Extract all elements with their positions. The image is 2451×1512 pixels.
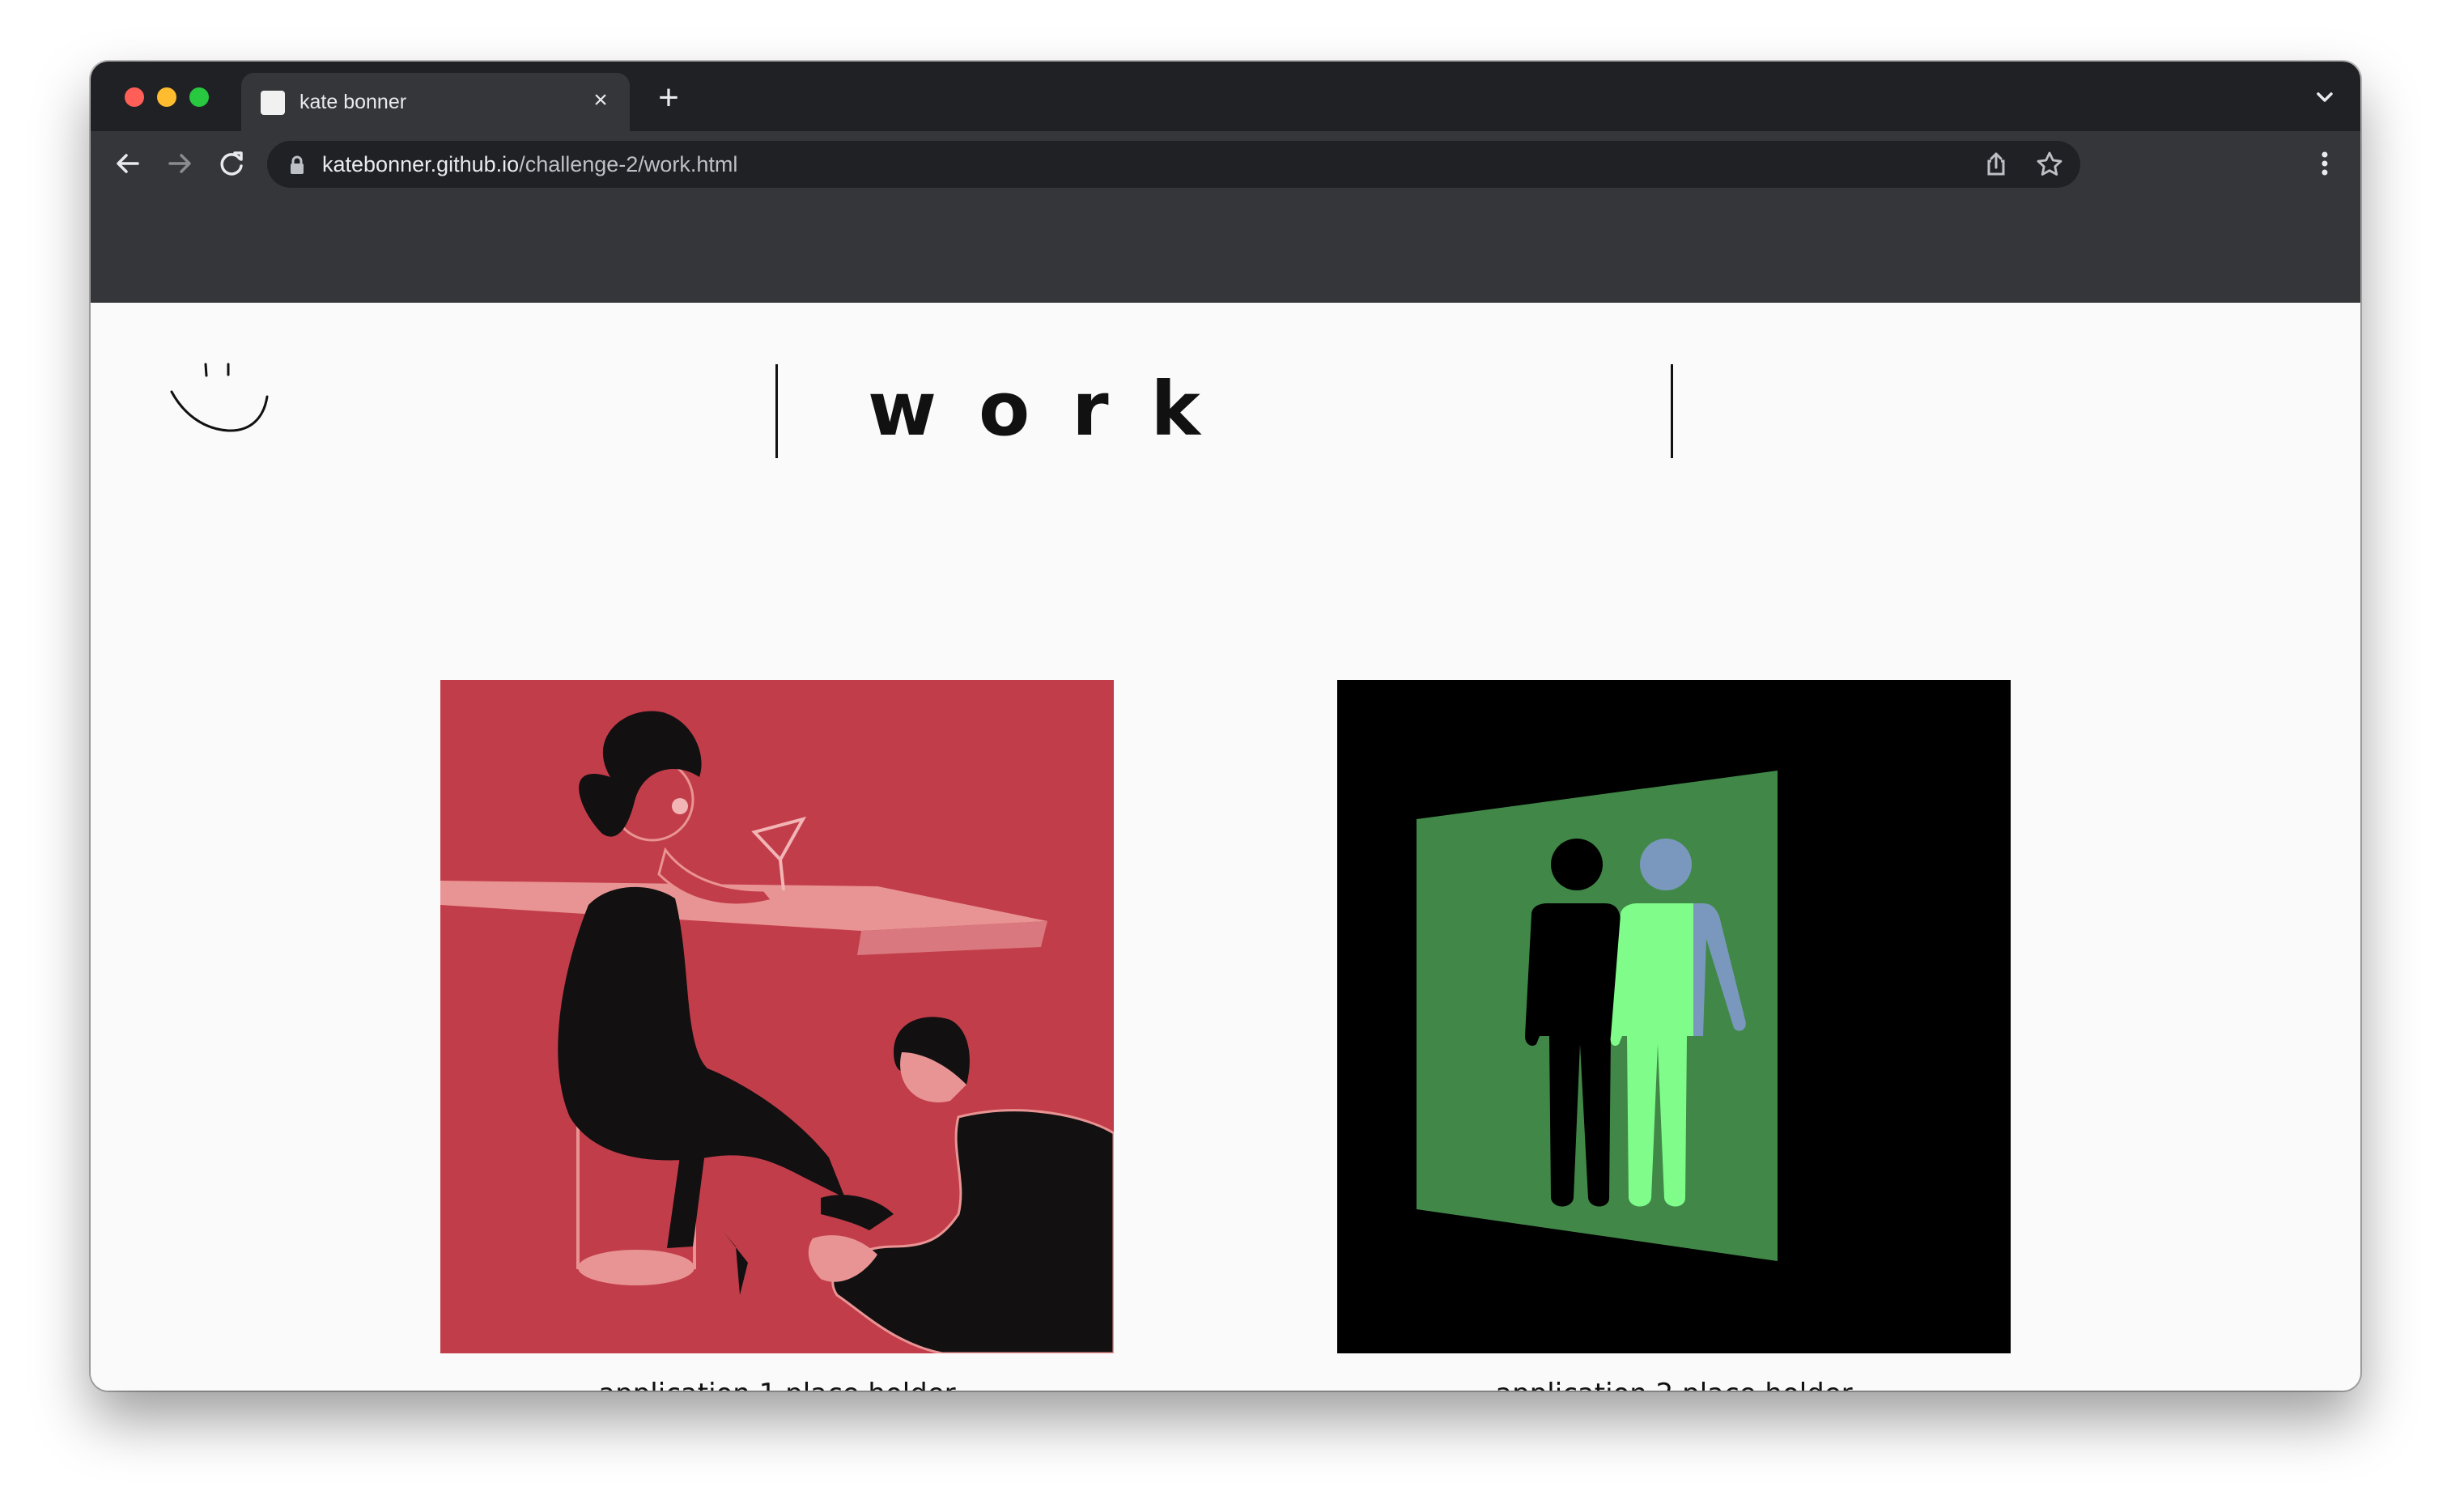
reload-icon[interactable]	[210, 142, 253, 185]
menu-icon[interactable]	[2309, 142, 2341, 185]
share-icon[interactable]	[1980, 148, 2012, 181]
url-path: /challenge-2/work.html	[519, 152, 738, 176]
page-title: work	[868, 366, 1242, 452]
application-1-caption: application 1 place holder	[440, 1378, 1114, 1391]
browser-window: kate bonner × + katebonner.github.io/cha…	[91, 62, 2360, 1391]
title-divider-right	[1671, 364, 1673, 458]
star-icon[interactable]	[2033, 148, 2066, 181]
page-content: work	[91, 303, 2360, 1391]
url-text[interactable]: katebonner.github.io/challenge-2/work.ht…	[322, 152, 737, 177]
application-card-1[interactable]: application 1 place holder	[440, 680, 1114, 1391]
url-host: katebonner.github.io	[322, 152, 520, 176]
tab-title: kate bonner	[299, 91, 407, 113]
application-card-2[interactable]: application 2 place holder	[1337, 680, 2011, 1391]
address-bar[interactable]: katebonner.github.io/challenge-2/work.ht…	[267, 141, 2080, 188]
forward-icon[interactable]	[159, 142, 201, 185]
maximize-window-button[interactable]	[189, 87, 209, 107]
back-icon[interactable]	[107, 142, 149, 185]
close-window-button[interactable]	[125, 87, 144, 107]
title-divider-left	[775, 364, 778, 458]
favicon-icon	[261, 91, 285, 115]
browser-toolbar: katebonner.github.io/challenge-2/work.ht…	[91, 131, 2360, 303]
application-1-image[interactable]	[440, 680, 1114, 1353]
tab-close-icon[interactable]: ×	[586, 86, 615, 115]
tab-search-icon[interactable]	[2307, 79, 2343, 115]
lock-icon[interactable]	[288, 155, 306, 180]
active-tab[interactable]: kate bonner ×	[241, 73, 630, 131]
smiley-icon[interactable]	[170, 361, 280, 442]
new-tab-button[interactable]: +	[649, 79, 688, 118]
tab-strip: kate bonner × +	[91, 62, 2360, 131]
application-2-caption: application 2 place holder	[1337, 1378, 2011, 1391]
minimize-window-button[interactable]	[157, 87, 176, 107]
application-2-image[interactable]	[1337, 680, 2011, 1353]
